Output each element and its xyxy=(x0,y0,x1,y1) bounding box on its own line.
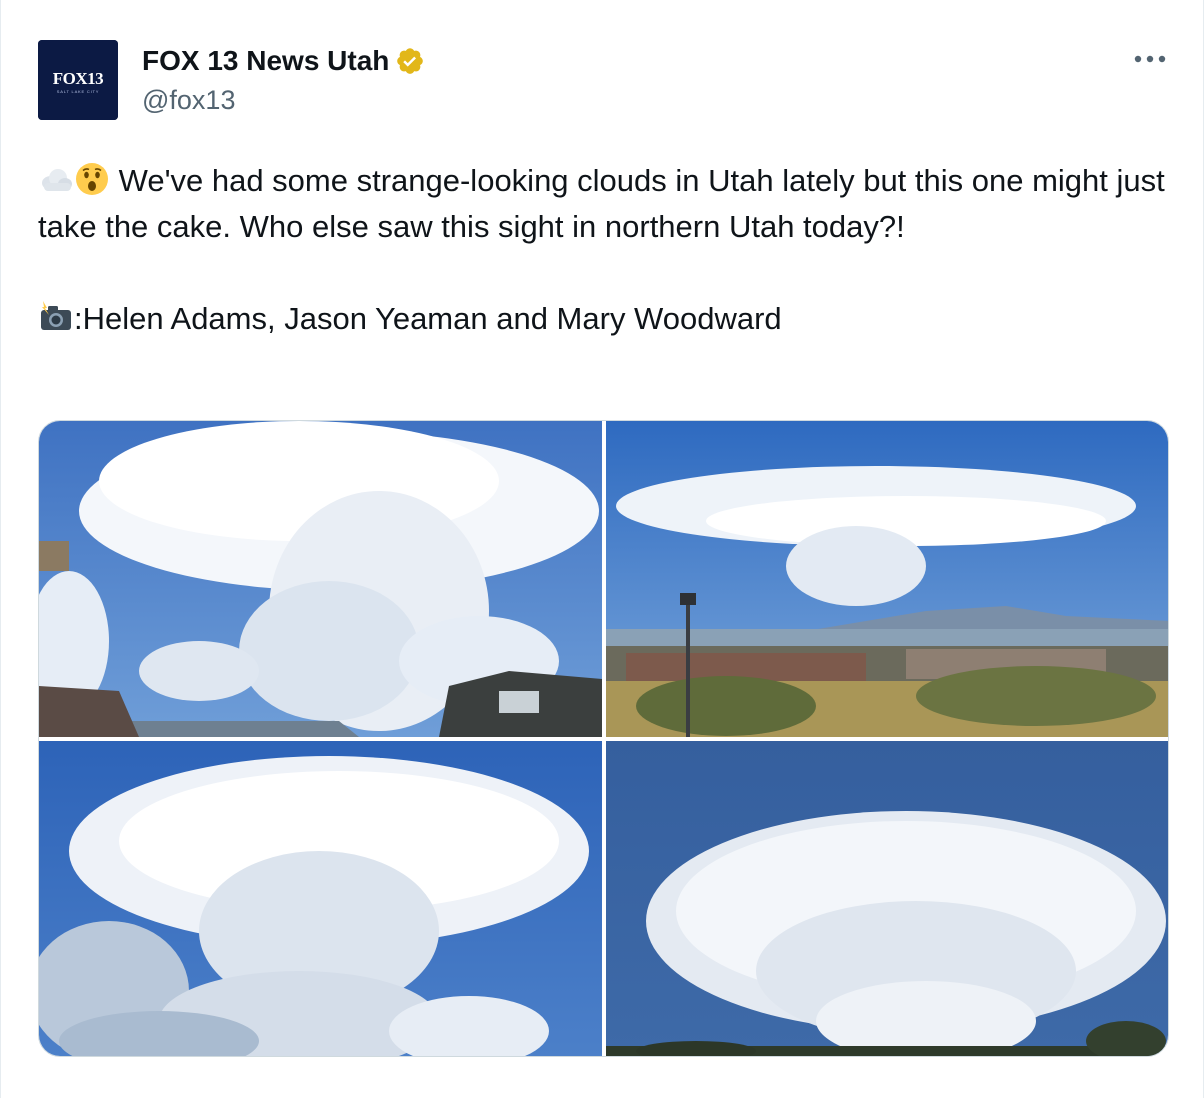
camera-flash-emoji xyxy=(38,299,74,335)
media-grid xyxy=(38,420,1169,1057)
display-name[interactable]: FOX 13 News Utah xyxy=(142,44,389,78)
tweet-card: FOX13 SALT LAKE CITY FOX 13 News Utah @f… xyxy=(0,0,1204,1098)
verified-badge-icon[interactable] xyxy=(395,46,425,76)
cloud-photo-houses[interactable] xyxy=(39,421,602,737)
avatar-logo-text: FOX13 xyxy=(53,69,103,88)
cloud-photo-anvil[interactable] xyxy=(606,741,1168,1056)
tweet-body: We've had some strange-looking clouds in… xyxy=(38,163,1165,244)
author-name-row: FOX 13 News Utah xyxy=(142,44,425,78)
more-options-icon[interactable] xyxy=(1128,46,1172,72)
avatar[interactable]: FOX13 SALT LAKE CITY xyxy=(38,40,118,120)
cloud-photo-cumulus[interactable] xyxy=(39,741,602,1056)
avatar-sub-text: SALT LAKE CITY xyxy=(57,89,99,94)
author-handle[interactable]: @fox13 xyxy=(142,83,235,117)
photo-credit: :Helen Adams, Jason Yeaman and Mary Wood… xyxy=(74,301,782,336)
cloud-photo-valley[interactable] xyxy=(606,421,1168,737)
astonished-face-emoji xyxy=(74,161,110,197)
fox13-logo: FOX13 SALT LAKE CITY xyxy=(38,40,118,120)
tweet-text: We've had some strange-looking clouds in… xyxy=(38,158,1178,342)
cloud-emoji xyxy=(38,161,74,197)
